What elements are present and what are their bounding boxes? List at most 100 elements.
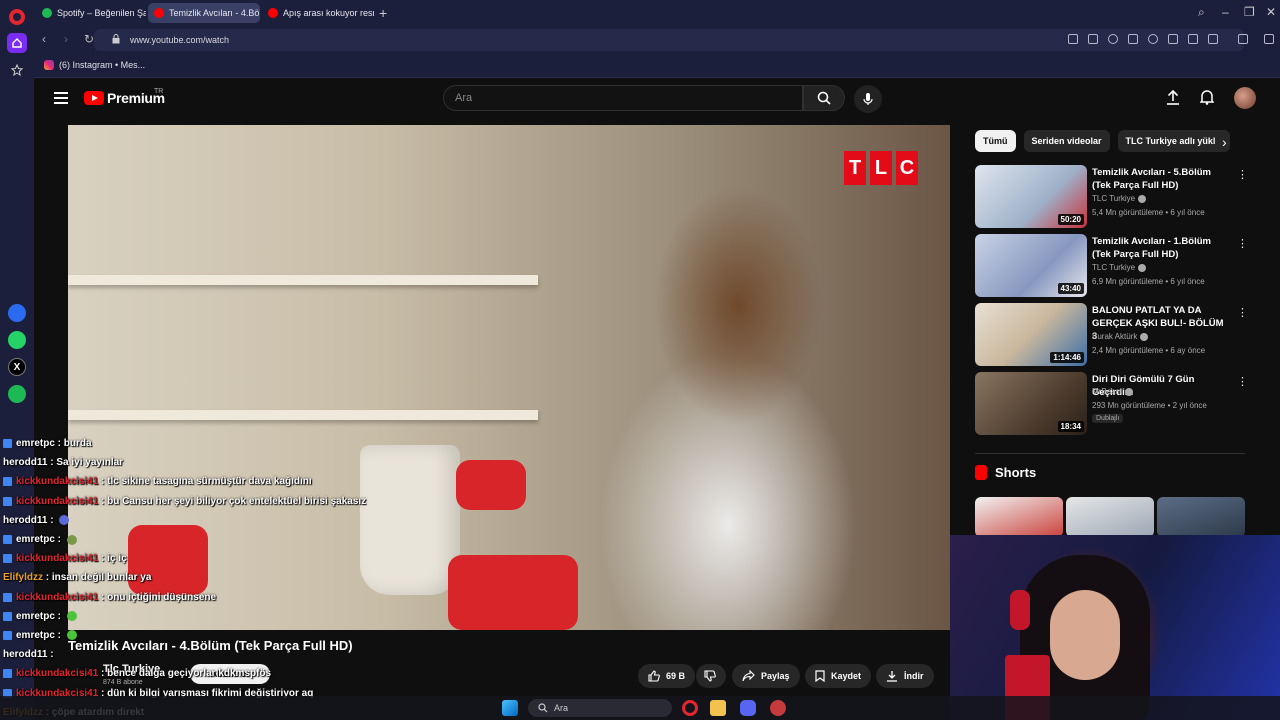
recommendation-title[interactable]: Temizlik Avcıları - 1.Bölüm (Tek Parça F… xyxy=(1092,235,1230,261)
reload-icon[interactable]: ↻ xyxy=(84,32,94,46)
chat-username[interactable]: Elifyldzz xyxy=(3,572,43,583)
tab-temizlik[interactable]: Temizlik Avcıları - 4.Bölüm xyxy=(148,3,260,23)
bookmark-label: (6) Instagram • Mes... xyxy=(59,60,146,70)
star-icon[interactable] xyxy=(7,60,27,80)
search-button[interactable] xyxy=(803,85,845,111)
extension-icon[interactable] xyxy=(1238,34,1248,44)
home-icon[interactable] xyxy=(7,33,27,53)
recommendation-meta: 6,9 Mn görüntüleme • 6 yıl önce xyxy=(1092,277,1205,286)
taskbar-search[interactable]: Ara xyxy=(528,699,672,717)
upload-icon[interactable] xyxy=(1166,89,1180,105)
chat-username[interactable]: kickkundakcisi41 xyxy=(16,553,98,564)
profile-icon[interactable] xyxy=(1208,34,1218,44)
menu-icon[interactable] xyxy=(1188,34,1198,44)
hamburger-menu-icon[interactable] xyxy=(54,92,68,104)
recommendation-item[interactable]: 18:34 Diri Diri Gömülü 7 Gün Geçirdim Mr… xyxy=(975,372,1248,436)
search-input[interactable] xyxy=(444,86,802,110)
more-options-icon[interactable]: ⋮ xyxy=(1237,375,1248,388)
chat-badge-icon xyxy=(3,611,12,621)
duration-badge: 50:20 xyxy=(1057,214,1084,225)
recommendation-item[interactable]: 43:40 Temizlik Avcıları - 1.Bölüm (Tek P… xyxy=(975,234,1248,298)
bookmark-instagram[interactable]: (6) Instagram • Mes... xyxy=(44,60,145,70)
more-options-icon[interactable]: ⋮ xyxy=(1237,168,1248,181)
chat-separator: : xyxy=(47,649,57,661)
short-thumbnail[interactable] xyxy=(1157,497,1245,537)
camera-icon[interactable] xyxy=(1088,34,1098,44)
folder-icon[interactable] xyxy=(710,700,726,716)
chevron-right-icon[interactable]: › xyxy=(1222,134,1227,150)
more-options-icon[interactable]: ⋮ xyxy=(1237,237,1248,250)
short-thumbnail[interactable] xyxy=(1066,497,1154,537)
share-button[interactable]: Paylaş xyxy=(732,664,800,688)
download-label: İndir xyxy=(904,671,924,681)
recommendation-channel[interactable]: MrBeast xyxy=(1092,387,1133,396)
chat-username[interactable]: kickkundakcisi41 xyxy=(16,668,98,679)
download-button[interactable]: İndir xyxy=(876,664,934,688)
chat-username[interactable]: emretpc xyxy=(16,438,55,449)
windows-start-icon[interactable] xyxy=(502,700,518,716)
tab-spotify[interactable]: Spotify – Beğenilen Şarkılar xyxy=(36,3,146,23)
avatar[interactable] xyxy=(1234,87,1256,109)
chat-separator: : xyxy=(54,629,64,641)
x-icon[interactable]: X xyxy=(8,358,26,376)
chat-message: herodd11 : Sa iyi yayınlar xyxy=(3,453,423,472)
wallet-icon[interactable] xyxy=(1264,34,1274,44)
chat-username[interactable]: herodd11 xyxy=(3,515,47,526)
chat-username[interactable]: kickkundakcisi41 xyxy=(16,496,98,507)
new-tab-plus-icon[interactable]: + xyxy=(379,5,387,21)
youtube-logo-icon[interactable] xyxy=(84,91,104,105)
minimize-icon[interactable]: – xyxy=(1222,5,1229,19)
download-icon[interactable] xyxy=(1168,34,1178,44)
recommendation-item[interactable]: 1:14:46 BALONU PATLAT YA DA GERÇEK AŞKI … xyxy=(975,303,1248,367)
chat-username[interactable]: kickkundakcisi41 xyxy=(16,476,98,487)
recommendation-channel[interactable]: Burak Aktürk xyxy=(1092,332,1149,341)
chip-all[interactable]: Tümü xyxy=(975,130,1016,152)
whatsapp-icon[interactable] xyxy=(8,331,26,349)
dislike-button[interactable] xyxy=(696,664,726,688)
save-button[interactable]: Kaydet xyxy=(805,664,872,688)
app-icon[interactable] xyxy=(770,700,786,716)
video-thumbnail[interactable]: 50:20 xyxy=(975,165,1087,228)
video-thumbnail[interactable]: 1:14:46 xyxy=(975,303,1087,366)
play-icon[interactable] xyxy=(1128,34,1138,44)
video-thumbnail[interactable]: 43:40 xyxy=(975,234,1087,297)
tab-label: Temizlik Avcıları - 4.Bölüm xyxy=(169,8,260,18)
discord-icon[interactable] xyxy=(740,700,756,716)
recommendation-item[interactable]: 50:20 Temizlik Avcıları - 5.Bölüm (Tek P… xyxy=(975,165,1248,229)
back-icon[interactable]: ‹ xyxy=(42,32,46,46)
search-tabs-icon[interactable]: ⌕ xyxy=(1198,5,1205,20)
chat-username[interactable]: herodd11 xyxy=(3,457,47,468)
recommendation-channel[interactable]: TLC Turkiye xyxy=(1092,263,1147,272)
bell-icon[interactable] xyxy=(1200,89,1214,105)
short-thumbnail[interactable] xyxy=(975,497,1063,537)
spotify-icon[interactable] xyxy=(8,385,26,403)
chip-channel-uploads[interactable]: TLC Turkiye adlı yükl xyxy=(1117,130,1230,152)
shield-icon[interactable] xyxy=(1108,34,1118,44)
chip-series[interactable]: Seriden videolar xyxy=(1023,130,1110,152)
edit-icon[interactable] xyxy=(1068,34,1078,44)
chat-username[interactable]: emretpc xyxy=(16,611,55,622)
chat-username[interactable]: emretpc xyxy=(16,630,55,641)
opera-taskbar-icon[interactable] xyxy=(682,700,698,716)
opera-logo-icon[interactable] xyxy=(9,9,25,25)
like-button[interactable]: 69 B xyxy=(638,664,696,688)
maximize-icon[interactable]: ❐ xyxy=(1244,5,1255,19)
heart-icon[interactable] xyxy=(1148,34,1158,44)
voice-search-button[interactable] xyxy=(854,85,882,113)
chat-username[interactable]: herodd11 xyxy=(3,649,47,660)
chat-username[interactable]: emretpc xyxy=(16,534,55,545)
tab-apis[interactable]: Apış arası kokuyor resmen xyxy=(262,3,374,23)
recommendation-meta: 2,4 Mn görüntüleme • 6 ay önce xyxy=(1092,346,1206,355)
streamer-face xyxy=(1050,590,1120,680)
recommendation-meta: 5,4 Mn görüntüleme • 6 yıl önce xyxy=(1092,208,1205,217)
recommendation-title[interactable]: Temizlik Avcıları - 5.Bölüm (Tek Parça F… xyxy=(1092,166,1230,192)
messenger-icon[interactable] xyxy=(8,304,26,322)
chat-username[interactable]: kickkundakcisi41 xyxy=(16,592,98,603)
video-thumbnail[interactable]: 18:34 xyxy=(975,372,1087,435)
forward-icon[interactable]: › xyxy=(64,32,68,46)
stream-chat: emretpc : burda herodd11 : Sa iyi yayınla… xyxy=(3,434,423,720)
taskbar-search-label: Ara xyxy=(554,703,569,713)
close-icon[interactable]: ✕ xyxy=(1266,5,1276,19)
more-options-icon[interactable]: ⋮ xyxy=(1237,306,1248,319)
recommendation-channel[interactable]: TLC Turkiye xyxy=(1092,194,1147,203)
